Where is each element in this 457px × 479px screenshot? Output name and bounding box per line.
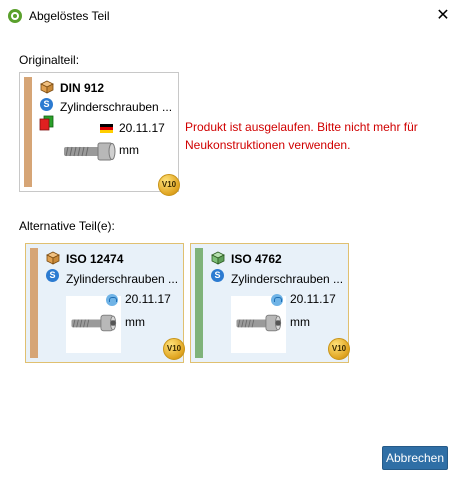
part-unit: mm — [125, 315, 145, 329]
part-unit: mm — [290, 315, 310, 329]
original-part-card[interactable]: DIN 912 S Zylinderschrauben ... 20.11.17… — [19, 72, 180, 196]
standard-icon: S — [211, 269, 224, 282]
alternatives-label: Alternative Teil(e): — [19, 219, 115, 233]
part-name: ISO 4762 — [231, 252, 282, 266]
original-label: Originalteil: — [19, 53, 80, 67]
globe-icon — [106, 294, 118, 306]
standard-icon: S — [40, 98, 53, 111]
cancel-button[interactable]: Abbrechen — [382, 446, 448, 470]
part-name: ISO 12474 — [66, 252, 124, 266]
part-date: 20.11.17 — [290, 292, 336, 306]
part-name: DIN 912 — [60, 81, 105, 95]
package-icon — [46, 251, 60, 265]
version-badge-icon: V10 — [163, 338, 185, 360]
documents-icon — [39, 115, 54, 131]
category-stripe — [24, 77, 32, 187]
globe-icon — [271, 294, 283, 306]
close-icon[interactable]: ✕ — [432, 5, 454, 27]
title-bar: Abgelöstes Teil ✕ — [0, 0, 457, 32]
package-icon — [211, 251, 225, 265]
alternative-part-card[interactable]: ISO 4762 S Zylinderschrauben ... 20.11.1… — [190, 243, 350, 363]
category-stripe — [30, 248, 38, 358]
discontinued-message: Produkt ist ausgelaufen. Bitte nicht meh… — [185, 120, 418, 152]
version-badge-icon: V10 — [328, 338, 350, 360]
window-title: Abgelöstes Teil — [29, 9, 110, 23]
part-description: Zylinderschrauben ... — [231, 272, 344, 286]
screw-thumbnail — [71, 314, 117, 332]
standard-icon: S — [46, 269, 59, 282]
part-unit: mm — [119, 143, 139, 157]
part-description: Zylinderschrauben ... — [60, 100, 173, 114]
category-stripe — [195, 248, 203, 358]
part-description: Zylinderschrauben ... — [66, 272, 179, 286]
german-flag-icon — [100, 124, 113, 133]
part-date: 20.11.17 — [119, 121, 165, 135]
app-logo-icon — [8, 9, 22, 23]
screw-thumbnail — [64, 142, 116, 161]
version-badge-icon: V10 — [158, 174, 180, 196]
screw-thumbnail — [236, 314, 282, 332]
part-date: 20.11.17 — [125, 292, 171, 306]
alternative-part-card[interactable]: ISO 12474 S Zylinderschrauben ... 20.11.… — [25, 243, 185, 363]
package-icon — [40, 80, 54, 94]
